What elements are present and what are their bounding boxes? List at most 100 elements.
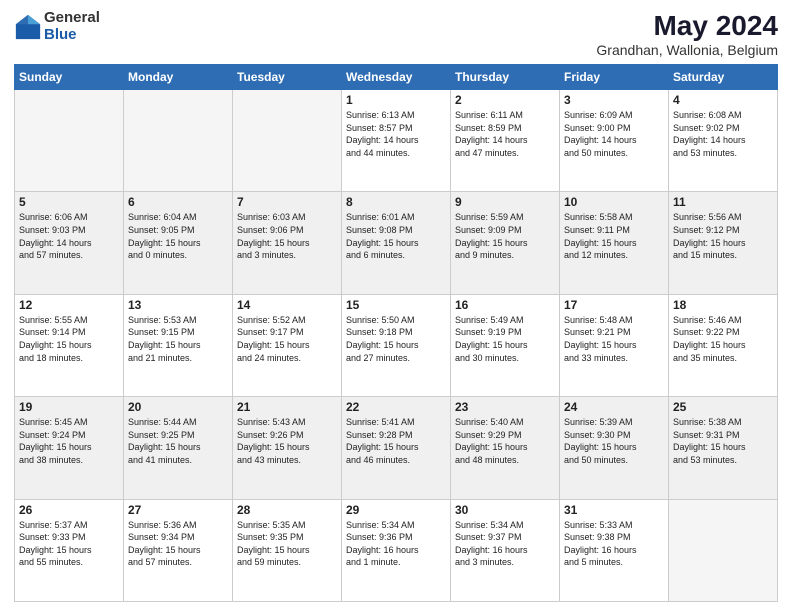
day-info: Sunrise: 5:37 AM Sunset: 9:33 PM Dayligh…	[19, 519, 119, 569]
calendar-week-2: 5Sunrise: 6:06 AM Sunset: 9:03 PM Daylig…	[15, 192, 778, 294]
table-row	[124, 90, 233, 192]
table-row: 5Sunrise: 6:06 AM Sunset: 9:03 PM Daylig…	[15, 192, 124, 294]
logo-blue-text: Blue	[44, 27, 100, 44]
table-row: 26 Sunrise: 5:37 AM Sunset: 9:33 PM Dayli…	[15, 499, 124, 601]
day-info: Sunrise: 5:34 AM Sunset: 9:37 PM Dayligh…	[455, 519, 555, 569]
day-info: Sunrise: 6:09 AM Sunset: 9:00 PM Dayligh…	[564, 109, 664, 159]
day-info: Sunrise: 6:01 AM Sunset: 9:08 PM Dayligh…	[346, 211, 446, 261]
day-info: Sunrise: 5:38 AM Sunset: 9:31 PM Dayligh…	[673, 416, 773, 466]
table-row: 13Sunrise: 5:53 AM Sunset: 9:15 PM Dayli…	[124, 294, 233, 396]
day-number: 15	[346, 298, 446, 312]
day-number: 11	[673, 195, 773, 209]
logo-text: General Blue	[44, 10, 100, 43]
day-info: Sunrise: 5:50 AM Sunset: 9:18 PM Dayligh…	[346, 314, 446, 364]
day-number: 14	[237, 298, 337, 312]
table-row: 22Sunrise: 5:41 AM Sunset: 9:28 PM Dayli…	[342, 397, 451, 499]
day-info: Sunrise: 5:52 AM Sunset: 9:17 PM Dayligh…	[237, 314, 337, 364]
table-row: 27 Sunrise: 5:36 AM Sunset: 9:34 PM Dayli…	[124, 499, 233, 601]
table-row: 19Sunrise: 5:45 AM Sunset: 9:24 PM Dayli…	[15, 397, 124, 499]
day-number: 7	[237, 195, 337, 209]
logo: General Blue	[14, 10, 100, 43]
day-info: Sunrise: 5:34 AM Sunset: 9:36 PM Dayligh…	[346, 519, 446, 569]
day-info: Sunrise: 5:43 AM Sunset: 9:26 PM Dayligh…	[237, 416, 337, 466]
day-number: 30	[455, 503, 555, 517]
day-info: Sunrise: 5:36 AM Sunset: 9:34 PM Dayligh…	[128, 519, 228, 569]
day-info: Sunrise: 6:13 AM Sunset: 8:57 PM Dayligh…	[346, 109, 446, 159]
day-number: 22	[346, 400, 446, 414]
table-row: 6Sunrise: 6:04 AM Sunset: 9:05 PM Daylig…	[124, 192, 233, 294]
day-number: 28	[237, 503, 337, 517]
header-wednesday: Wednesday	[342, 65, 451, 90]
header-friday: Friday	[560, 65, 669, 90]
month-title: May 2024	[596, 10, 778, 42]
table-row: 12 Sunrise: 5:55 AM Sunset: 9:14 PM Dayli…	[15, 294, 124, 396]
calendar-week-3: 12 Sunrise: 5:55 AM Sunset: 9:14 PM Dayli…	[15, 294, 778, 396]
table-row: 16 Sunrise: 5:49 AM Sunset: 9:19 PM Dayli…	[451, 294, 560, 396]
logo-general-text: General	[44, 10, 100, 27]
day-number: 26	[19, 503, 119, 517]
table-row: 2 Sunrise: 6:11 AM Sunset: 8:59 PM Daylig…	[451, 90, 560, 192]
header-tuesday: Tuesday	[233, 65, 342, 90]
day-number: 16	[455, 298, 555, 312]
logo-icon	[14, 13, 42, 41]
day-number: 25	[673, 400, 773, 414]
day-info: Sunrise: 5:55 AM Sunset: 9:14 PM Dayligh…	[19, 314, 119, 364]
table-row	[15, 90, 124, 192]
day-number: 6	[128, 195, 228, 209]
day-number: 21	[237, 400, 337, 414]
day-info: Sunrise: 5:44 AM Sunset: 9:25 PM Dayligh…	[128, 416, 228, 466]
table-row: 15 Sunrise: 5:50 AM Sunset: 9:18 PM Dayli…	[342, 294, 451, 396]
day-number: 12	[19, 298, 119, 312]
day-number: 23	[455, 400, 555, 414]
header-row: Sunday Monday Tuesday Wednesday Thursday…	[15, 65, 778, 90]
day-number: 8	[346, 195, 446, 209]
table-row: 21 Sunrise: 5:43 AM Sunset: 9:26 PM Dayli…	[233, 397, 342, 499]
table-row	[669, 499, 778, 601]
table-row: 10 Sunrise: 5:58 AM Sunset: 9:11 PM Dayli…	[560, 192, 669, 294]
page: General Blue May 2024 Grandhan, Wallonia…	[0, 0, 792, 612]
day-number: 24	[564, 400, 664, 414]
day-info: Sunrise: 5:46 AM Sunset: 9:22 PM Dayligh…	[673, 314, 773, 364]
calendar-header: Sunday Monday Tuesday Wednesday Thursday…	[15, 65, 778, 90]
table-row	[233, 90, 342, 192]
table-row: 3 Sunrise: 6:09 AM Sunset: 9:00 PM Daylig…	[560, 90, 669, 192]
calendar-week-1: 1 Sunrise: 6:13 AM Sunset: 8:57 PM Daylig…	[15, 90, 778, 192]
day-info: Sunrise: 5:40 AM Sunset: 9:29 PM Dayligh…	[455, 416, 555, 466]
day-info: Sunrise: 5:33 AM Sunset: 9:38 PM Dayligh…	[564, 519, 664, 569]
day-number: 2	[455, 93, 555, 107]
day-number: 1	[346, 93, 446, 107]
day-info: Sunrise: 5:35 AM Sunset: 9:35 PM Dayligh…	[237, 519, 337, 569]
day-info: Sunrise: 5:49 AM Sunset: 9:19 PM Dayligh…	[455, 314, 555, 364]
day-info: Sunrise: 5:48 AM Sunset: 9:21 PM Dayligh…	[564, 314, 664, 364]
title-block: May 2024 Grandhan, Wallonia, Belgium	[596, 10, 778, 58]
table-row: 9Sunrise: 5:59 AM Sunset: 9:09 PM Daylig…	[451, 192, 560, 294]
table-row: 24 Sunrise: 5:39 AM Sunset: 9:30 PM Dayli…	[560, 397, 669, 499]
day-info: Sunrise: 5:59 AM Sunset: 9:09 PM Dayligh…	[455, 211, 555, 261]
day-number: 31	[564, 503, 664, 517]
day-number: 17	[564, 298, 664, 312]
calendar-body: 1 Sunrise: 6:13 AM Sunset: 8:57 PM Daylig…	[15, 90, 778, 602]
calendar-table: Sunday Monday Tuesday Wednesday Thursday…	[14, 64, 778, 602]
day-number: 27	[128, 503, 228, 517]
day-number: 18	[673, 298, 773, 312]
table-row: 8 Sunrise: 6:01 AM Sunset: 9:08 PM Daylig…	[342, 192, 451, 294]
header-thursday: Thursday	[451, 65, 560, 90]
day-number: 4	[673, 93, 773, 107]
day-info: Sunrise: 5:39 AM Sunset: 9:30 PM Dayligh…	[564, 416, 664, 466]
table-row: 1 Sunrise: 6:13 AM Sunset: 8:57 PM Daylig…	[342, 90, 451, 192]
day-info: Sunrise: 6:11 AM Sunset: 8:59 PM Dayligh…	[455, 109, 555, 159]
day-info: Sunrise: 6:03 AM Sunset: 9:06 PM Dayligh…	[237, 211, 337, 261]
day-number: 3	[564, 93, 664, 107]
table-row: 29Sunrise: 5:34 AM Sunset: 9:36 PM Dayli…	[342, 499, 451, 601]
table-row: 11Sunrise: 5:56 AM Sunset: 9:12 PM Dayli…	[669, 192, 778, 294]
table-row: 20Sunrise: 5:44 AM Sunset: 9:25 PM Dayli…	[124, 397, 233, 499]
table-row: 28 Sunrise: 5:35 AM Sunset: 9:35 PM Dayli…	[233, 499, 342, 601]
day-number: 10	[564, 195, 664, 209]
day-info: Sunrise: 5:58 AM Sunset: 9:11 PM Dayligh…	[564, 211, 664, 261]
day-info: Sunrise: 5:53 AM Sunset: 9:15 PM Dayligh…	[128, 314, 228, 364]
location: Grandhan, Wallonia, Belgium	[596, 42, 778, 58]
day-info: Sunrise: 5:45 AM Sunset: 9:24 PM Dayligh…	[19, 416, 119, 466]
day-number: 5	[19, 195, 119, 209]
header-saturday: Saturday	[669, 65, 778, 90]
header: General Blue May 2024 Grandhan, Wallonia…	[14, 10, 778, 58]
